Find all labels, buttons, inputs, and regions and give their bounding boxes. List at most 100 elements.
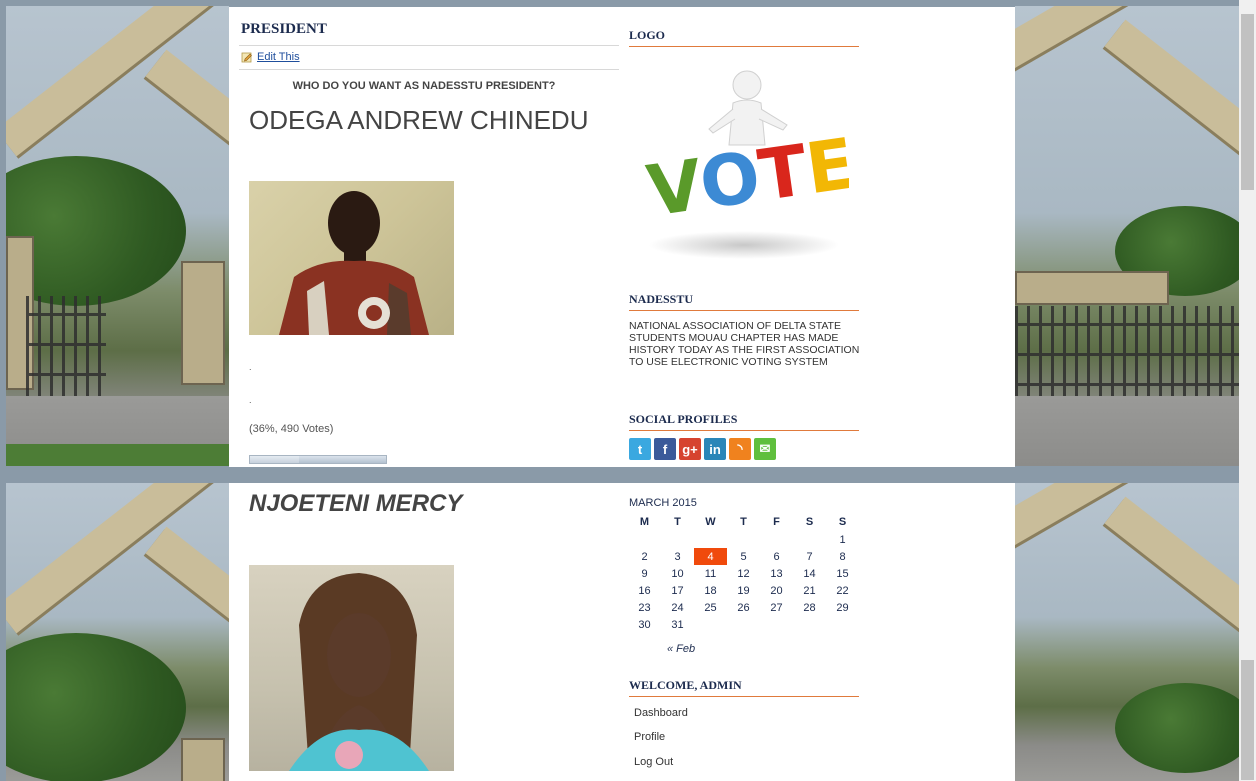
calendar-weekday: S <box>805 516 814 528</box>
background-photo-tile <box>1015 483 1239 781</box>
candidate-photo <box>249 181 454 335</box>
calendar-empty-cell <box>661 531 694 548</box>
calendar-day: 11 <box>704 567 717 580</box>
widget-title-logo: LOGO <box>629 28 859 47</box>
calendar-week: 30 31 <box>628 616 859 633</box>
calendar-day: 2 <box>641 550 648 563</box>
divider <box>239 45 619 46</box>
calendar-empty-cell <box>694 531 727 548</box>
calendar-day: 13 <box>770 567 783 580</box>
edit-link-label: Edit This <box>257 51 300 63</box>
calendar-day: 10 <box>671 567 684 580</box>
candidate-name: ODEGA ANDREW CHINEDU <box>249 105 589 135</box>
calendar-weekday: F <box>773 516 780 528</box>
vote-result: (36%, 490 Votes) <box>249 423 334 435</box>
calendar-day: 6 <box>773 550 780 563</box>
calendar-day: 24 <box>671 601 684 614</box>
calendar-day: 18 <box>704 584 717 597</box>
pencil-icon <box>241 52 252 63</box>
calendar-day: 28 <box>803 601 816 614</box>
vote-progress-fill <box>250 456 299 463</box>
calendar-weekday: W <box>705 516 716 528</box>
calendar-day: 22 <box>836 584 849 597</box>
calendar-day: 20 <box>770 584 783 597</box>
admin-link-dashboard[interactable]: Dashboard <box>634 707 688 719</box>
calendar-week: 2 345 6 7 8 <box>628 548 859 565</box>
calendar-day: 1 <box>839 533 846 546</box>
widget-title-about: NADESSTU <box>629 292 859 311</box>
calendar-day: 8 <box>839 550 846 563</box>
calendar: MTWTFSS 1 2 3 4 5 6 7 8 9 10 11 12 13 14 15 16 17 18 19 20 2… <box>628 513 859 633</box>
background-photo-tile <box>6 6 229 466</box>
calendar-week: 1 <box>628 531 859 548</box>
background-photo-tile <box>1015 6 1239 466</box>
calendar-empty-cell <box>727 616 760 633</box>
scrollbar-thumb[interactable] <box>1241 14 1254 190</box>
calendar-day: 9 <box>641 567 648 580</box>
divider <box>239 69 619 70</box>
calendar-day: 30 <box>638 618 651 631</box>
calendar-empty-cell <box>727 531 760 548</box>
admin-link-logout[interactable]: Log Out <box>634 756 673 768</box>
poll-question: WHO DO YOU WANT AS NADESSTU PRESIDENT? <box>292 80 556 92</box>
google-plus-icon[interactable]: g+ <box>679 438 701 460</box>
calendar-day: 23 <box>638 601 651 614</box>
poll-bullet: . <box>249 362 252 372</box>
calendar-day: 27 <box>770 601 783 614</box>
svg-text:VOTE: VOTE <box>642 122 849 232</box>
email-icon[interactable]: ✉ <box>754 438 776 460</box>
widget-title-social: SOCIAL PROFILES <box>629 412 859 431</box>
calendar-prev-link[interactable]: « Feb <box>667 643 695 655</box>
calendar-empty-cell <box>760 531 793 548</box>
vote-progress-bar <box>249 455 387 464</box>
calendar-day: 21 <box>803 584 816 597</box>
rss-icon[interactable]: ◝ <box>729 438 751 460</box>
calendar-caption: MARCH 2015 <box>629 497 697 509</box>
calendar-weekday: T <box>740 516 747 528</box>
calendar-week: 16 17 18 19 20 21 22 <box>628 582 859 599</box>
twitter-icon[interactable]: t <box>629 438 651 460</box>
calendar-day: 17 <box>671 584 684 597</box>
calendar-empty-cell <box>694 616 727 633</box>
calendar-empty-cell <box>793 616 826 633</box>
about-text: NATIONAL ASSOCIATION OF DELTA STATE STUD… <box>629 320 860 368</box>
candidate-photo <box>249 565 454 771</box>
calendar-empty-cell <box>760 616 793 633</box>
calendar-day: 31 <box>671 618 684 631</box>
widget-title-welcome: WELCOME, ADMIN <box>629 678 859 697</box>
poll-bullet: . <box>249 395 252 405</box>
calendar-weekday: S <box>838 516 847 528</box>
calendar-day: 15 <box>836 567 849 580</box>
admin-link-profile[interactable]: Profile <box>634 731 665 743</box>
calendar-week: 9 10 11 12 13 14 15 <box>628 565 859 582</box>
calendar-day: 25 <box>704 601 717 614</box>
calendar-empty-cell <box>826 616 859 633</box>
calendar-day: 7 <box>806 550 813 563</box>
calendar-day: 3 <box>674 550 681 563</box>
calendar-day: 26 <box>737 601 750 614</box>
calendar-day: 4 <box>694 548 727 565</box>
content-panel: PRESIDENT Edit This WHO DO YOU WANT AS N… <box>229 7 1015 467</box>
edit-link[interactable]: Edit This <box>241 51 300 63</box>
background-photo-tile <box>6 483 229 781</box>
calendar-weekday: M <box>639 516 650 528</box>
calendar-week: 23 24 25 26 27 28 29 <box>628 599 859 616</box>
calendar-day: 14 <box>803 567 816 580</box>
calendar-empty-cell <box>793 531 826 548</box>
calendar-day: 29 <box>836 601 849 614</box>
linkedin-icon[interactable]: in <box>704 438 726 460</box>
social-icons: t f g+ in ◝ ✉ <box>629 438 776 460</box>
calendar-weekday: T <box>674 516 681 528</box>
vote-logo-image: VOTE <box>629 63 860 263</box>
calendar-day: 19 <box>737 584 750 597</box>
content-panel: NJOETENI MERCY MARCH 2015 MTWTFSS 123456… <box>229 483 1015 781</box>
calendar-empty-cell <box>628 531 661 548</box>
page-title: PRESIDENT <box>241 21 327 37</box>
facebook-icon[interactable]: f <box>654 438 676 460</box>
calendar-day: 5 <box>740 550 747 563</box>
calendar-day: 16 <box>638 584 651 597</box>
candidate-name: NJOETENI MERCY <box>249 490 463 517</box>
scrollbar[interactable] <box>1239 0 1256 781</box>
scrollbar-thumb[interactable] <box>1241 660 1254 780</box>
calendar-day: 12 <box>737 567 750 580</box>
